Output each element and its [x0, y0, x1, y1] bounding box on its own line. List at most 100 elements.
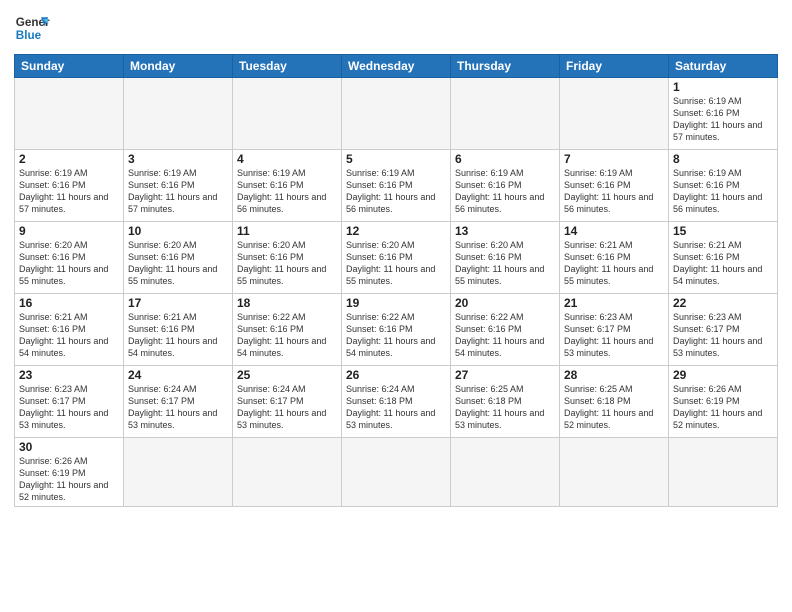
- calendar-day-cell: 30Sunrise: 6:26 AM Sunset: 6:19 PM Dayli…: [15, 438, 124, 507]
- day-number: 29: [673, 368, 773, 382]
- day-info: Sunrise: 6:20 AM Sunset: 6:16 PM Dayligh…: [19, 239, 119, 288]
- calendar-header-wednesday: Wednesday: [342, 55, 451, 78]
- day-info: Sunrise: 6:21 AM Sunset: 6:16 PM Dayligh…: [128, 311, 228, 360]
- calendar-header-row: SundayMondayTuesdayWednesdayThursdayFrid…: [15, 55, 778, 78]
- day-number: 14: [564, 224, 664, 238]
- calendar-day-cell: [233, 78, 342, 150]
- calendar-day-cell: 12Sunrise: 6:20 AM Sunset: 6:16 PM Dayli…: [342, 222, 451, 294]
- day-number: 10: [128, 224, 228, 238]
- calendar-day-cell: 8Sunrise: 6:19 AM Sunset: 6:16 PM Daylig…: [669, 150, 778, 222]
- day-number: 19: [346, 296, 446, 310]
- day-number: 8: [673, 152, 773, 166]
- calendar-week-row: 30Sunrise: 6:26 AM Sunset: 6:19 PM Dayli…: [15, 438, 778, 507]
- calendar-table: SundayMondayTuesdayWednesdayThursdayFrid…: [14, 54, 778, 507]
- calendar-header-thursday: Thursday: [451, 55, 560, 78]
- day-number: 16: [19, 296, 119, 310]
- calendar-day-cell: 5Sunrise: 6:19 AM Sunset: 6:16 PM Daylig…: [342, 150, 451, 222]
- calendar-header-friday: Friday: [560, 55, 669, 78]
- generalblue-logo-icon: General Blue: [14, 10, 50, 46]
- calendar-day-cell: [124, 438, 233, 507]
- day-info: Sunrise: 6:21 AM Sunset: 6:16 PM Dayligh…: [564, 239, 664, 288]
- day-number: 24: [128, 368, 228, 382]
- calendar-day-cell: [669, 438, 778, 507]
- day-number: 23: [19, 368, 119, 382]
- calendar-day-cell: [124, 78, 233, 150]
- day-number: 5: [346, 152, 446, 166]
- calendar-week-row: 2Sunrise: 6:19 AM Sunset: 6:16 PM Daylig…: [15, 150, 778, 222]
- day-info: Sunrise: 6:22 AM Sunset: 6:16 PM Dayligh…: [237, 311, 337, 360]
- day-info: Sunrise: 6:24 AM Sunset: 6:18 PM Dayligh…: [346, 383, 446, 432]
- svg-text:Blue: Blue: [16, 29, 42, 42]
- day-number: 25: [237, 368, 337, 382]
- calendar-day-cell: 4Sunrise: 6:19 AM Sunset: 6:16 PM Daylig…: [233, 150, 342, 222]
- calendar-day-cell: 23Sunrise: 6:23 AM Sunset: 6:17 PM Dayli…: [15, 366, 124, 438]
- calendar-day-cell: 7Sunrise: 6:19 AM Sunset: 6:16 PM Daylig…: [560, 150, 669, 222]
- calendar-day-cell: 17Sunrise: 6:21 AM Sunset: 6:16 PM Dayli…: [124, 294, 233, 366]
- day-number: 7: [564, 152, 664, 166]
- day-number: 21: [564, 296, 664, 310]
- day-info: Sunrise: 6:20 AM Sunset: 6:16 PM Dayligh…: [237, 239, 337, 288]
- day-number: 13: [455, 224, 555, 238]
- day-info: Sunrise: 6:23 AM Sunset: 6:17 PM Dayligh…: [673, 311, 773, 360]
- day-number: 6: [455, 152, 555, 166]
- day-info: Sunrise: 6:21 AM Sunset: 6:16 PM Dayligh…: [19, 311, 119, 360]
- day-number: 4: [237, 152, 337, 166]
- calendar-day-cell: 6Sunrise: 6:19 AM Sunset: 6:16 PM Daylig…: [451, 150, 560, 222]
- day-info: Sunrise: 6:20 AM Sunset: 6:16 PM Dayligh…: [128, 239, 228, 288]
- calendar-day-cell: 9Sunrise: 6:20 AM Sunset: 6:16 PM Daylig…: [15, 222, 124, 294]
- calendar-day-cell: 20Sunrise: 6:22 AM Sunset: 6:16 PM Dayli…: [451, 294, 560, 366]
- calendar-day-cell: 11Sunrise: 6:20 AM Sunset: 6:16 PM Dayli…: [233, 222, 342, 294]
- day-info: Sunrise: 6:19 AM Sunset: 6:16 PM Dayligh…: [673, 95, 773, 144]
- day-number: 27: [455, 368, 555, 382]
- day-info: Sunrise: 6:23 AM Sunset: 6:17 PM Dayligh…: [19, 383, 119, 432]
- calendar-week-row: 1Sunrise: 6:19 AM Sunset: 6:16 PM Daylig…: [15, 78, 778, 150]
- calendar-day-cell: 2Sunrise: 6:19 AM Sunset: 6:16 PM Daylig…: [15, 150, 124, 222]
- calendar-day-cell: [15, 78, 124, 150]
- calendar-day-cell: [560, 438, 669, 507]
- day-info: Sunrise: 6:24 AM Sunset: 6:17 PM Dayligh…: [237, 383, 337, 432]
- calendar-day-cell: 10Sunrise: 6:20 AM Sunset: 6:16 PM Dayli…: [124, 222, 233, 294]
- day-info: Sunrise: 6:19 AM Sunset: 6:16 PM Dayligh…: [237, 167, 337, 216]
- day-number: 26: [346, 368, 446, 382]
- day-number: 2: [19, 152, 119, 166]
- calendar-header-saturday: Saturday: [669, 55, 778, 78]
- day-number: 12: [346, 224, 446, 238]
- calendar-day-cell: [342, 78, 451, 150]
- calendar-day-cell: 15Sunrise: 6:21 AM Sunset: 6:16 PM Dayli…: [669, 222, 778, 294]
- calendar-day-cell: 25Sunrise: 6:24 AM Sunset: 6:17 PM Dayli…: [233, 366, 342, 438]
- calendar-week-row: 23Sunrise: 6:23 AM Sunset: 6:17 PM Dayli…: [15, 366, 778, 438]
- day-info: Sunrise: 6:19 AM Sunset: 6:16 PM Dayligh…: [346, 167, 446, 216]
- calendar-day-cell: 16Sunrise: 6:21 AM Sunset: 6:16 PM Dayli…: [15, 294, 124, 366]
- day-number: 28: [564, 368, 664, 382]
- day-info: Sunrise: 6:22 AM Sunset: 6:16 PM Dayligh…: [455, 311, 555, 360]
- day-info: Sunrise: 6:22 AM Sunset: 6:16 PM Dayligh…: [346, 311, 446, 360]
- day-info: Sunrise: 6:26 AM Sunset: 6:19 PM Dayligh…: [673, 383, 773, 432]
- calendar-day-cell: 24Sunrise: 6:24 AM Sunset: 6:17 PM Dayli…: [124, 366, 233, 438]
- day-info: Sunrise: 6:19 AM Sunset: 6:16 PM Dayligh…: [19, 167, 119, 216]
- calendar-day-cell: [233, 438, 342, 507]
- day-info: Sunrise: 6:19 AM Sunset: 6:16 PM Dayligh…: [455, 167, 555, 216]
- day-number: 30: [19, 440, 119, 454]
- calendar-day-cell: [560, 78, 669, 150]
- day-number: 18: [237, 296, 337, 310]
- page-header: General Blue: [14, 10, 778, 46]
- calendar-header-monday: Monday: [124, 55, 233, 78]
- day-info: Sunrise: 6:26 AM Sunset: 6:19 PM Dayligh…: [19, 455, 119, 504]
- calendar-day-cell: [451, 438, 560, 507]
- day-info: Sunrise: 6:20 AM Sunset: 6:16 PM Dayligh…: [346, 239, 446, 288]
- day-info: Sunrise: 6:19 AM Sunset: 6:16 PM Dayligh…: [128, 167, 228, 216]
- day-number: 17: [128, 296, 228, 310]
- calendar-header-sunday: Sunday: [15, 55, 124, 78]
- day-info: Sunrise: 6:21 AM Sunset: 6:16 PM Dayligh…: [673, 239, 773, 288]
- day-number: 22: [673, 296, 773, 310]
- calendar-header-tuesday: Tuesday: [233, 55, 342, 78]
- calendar-day-cell: 21Sunrise: 6:23 AM Sunset: 6:17 PM Dayli…: [560, 294, 669, 366]
- day-number: 15: [673, 224, 773, 238]
- day-info: Sunrise: 6:24 AM Sunset: 6:17 PM Dayligh…: [128, 383, 228, 432]
- calendar-day-cell: 13Sunrise: 6:20 AM Sunset: 6:16 PM Dayli…: [451, 222, 560, 294]
- calendar-day-cell: 28Sunrise: 6:25 AM Sunset: 6:18 PM Dayli…: [560, 366, 669, 438]
- calendar-day-cell: [451, 78, 560, 150]
- day-number: 20: [455, 296, 555, 310]
- day-number: 1: [673, 80, 773, 94]
- day-info: Sunrise: 6:19 AM Sunset: 6:16 PM Dayligh…: [673, 167, 773, 216]
